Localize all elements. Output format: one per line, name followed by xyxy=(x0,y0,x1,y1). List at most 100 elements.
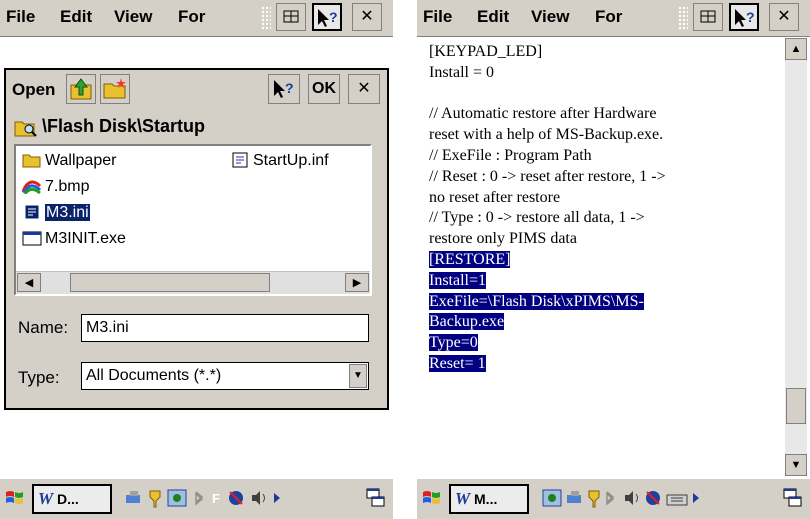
menu-file[interactable]: File xyxy=(423,7,452,27)
bluetooth-icon xyxy=(195,491,204,506)
system-tray[interactable] xyxy=(541,487,771,514)
battery-alert-icon xyxy=(646,491,660,505)
selected-line: Type=0 xyxy=(429,334,478,352)
scroll-left-icon[interactable]: ◀ xyxy=(17,273,41,292)
menu-format[interactable]: For xyxy=(595,7,651,27)
scroll-thumb[interactable] xyxy=(70,273,270,292)
menu-edit[interactable]: Edit xyxy=(60,7,92,27)
folder-icon xyxy=(22,154,41,168)
windows-stack-icon xyxy=(783,488,802,507)
right-screen: File Edit View For ? ✕ [KEYPAD_LED] Inst… xyxy=(417,0,810,519)
arrow-right-icon xyxy=(693,493,699,503)
sync-icon xyxy=(167,489,187,507)
help-pointer-icon: ? xyxy=(735,9,755,27)
text-line: restore only PIMS data xyxy=(429,230,577,248)
power-plug-icon xyxy=(588,490,600,508)
selected-line: [RESTORE] xyxy=(429,250,511,268)
word-icon: W xyxy=(38,489,54,508)
menu-view[interactable]: View xyxy=(531,7,569,27)
desktop-icon[interactable] xyxy=(782,487,804,509)
horizontal-scrollbar[interactable]: ◀ ▶ xyxy=(16,271,370,294)
dialog-help-button[interactable]: ? xyxy=(268,74,300,104)
start-icon[interactable] xyxy=(4,487,26,514)
svg-text:?: ? xyxy=(285,80,294,96)
path-text: \Flash Disk\Startup xyxy=(42,116,206,136)
menu-bar: File Edit View For ? ✕ xyxy=(0,0,393,37)
up-arrow-folder-icon xyxy=(70,78,92,100)
text-line: // Type : 0 -> restore all data, 1 -> xyxy=(429,209,645,227)
menu-file[interactable]: File xyxy=(6,7,35,27)
input-panel-button[interactable] xyxy=(693,3,723,31)
start-icon[interactable] xyxy=(421,487,443,514)
task-button-word[interactable]: W D... xyxy=(32,484,112,514)
new-folder-icon xyxy=(103,78,126,99)
input-panel-button[interactable] xyxy=(276,3,306,31)
menu-view[interactable]: View xyxy=(114,7,152,27)
keyboard-icon xyxy=(666,494,688,506)
windows-flag-icon xyxy=(6,491,23,504)
f-indicator-icon: F xyxy=(212,491,222,506)
task-button-word[interactable]: W M... xyxy=(449,484,529,514)
list-item-selected[interactable]: M3.ini xyxy=(22,202,90,224)
close-icon[interactable]: ✕ xyxy=(769,3,799,31)
name-field[interactable]: M3.ini xyxy=(81,314,369,342)
selected-line: Reset= 1 xyxy=(429,354,486,372)
vertical-scrollbar[interactable]: ▲ ▼ xyxy=(785,38,807,476)
power-plug-icon xyxy=(149,490,161,508)
selected-line: Install=1 xyxy=(429,271,487,289)
type-select[interactable]: All Documents (*.*) ▼ xyxy=(81,362,369,390)
ini-file-icon xyxy=(24,204,40,220)
list-item[interactable]: StartUp.inf xyxy=(230,150,329,172)
word-icon: W xyxy=(455,489,471,508)
bluetooth-icon xyxy=(606,491,615,506)
network-icon xyxy=(567,491,581,503)
name-label: Name: xyxy=(18,318,69,337)
toolbar-grip[interactable] xyxy=(261,6,271,30)
open-dialog: Open ? OK ✕ \Flash Disk\Startup Wallpape… xyxy=(4,68,389,410)
type-value: All Documents (*.*) xyxy=(86,367,222,384)
network-icon xyxy=(126,491,140,503)
keyboard-icon xyxy=(700,10,716,23)
scroll-down-icon[interactable]: ▼ xyxy=(785,454,807,476)
text-line: // Reset : 0 -> reset after restore, 1 -… xyxy=(429,167,666,185)
list-item[interactable]: M3INIT.exe xyxy=(22,228,126,250)
tray-icons xyxy=(542,489,699,508)
text-line: no reset after restore xyxy=(429,188,561,206)
list-item[interactable]: Wallpaper xyxy=(22,150,116,172)
help-pointer-icon: ? xyxy=(318,9,338,27)
selected-line: ExeFile=\Flash Disk\xPIMS\MS- xyxy=(429,292,644,310)
toolbar-grip[interactable] xyxy=(678,6,688,30)
keyboard-icon xyxy=(283,10,299,23)
scroll-up-icon[interactable]: ▲ xyxy=(785,38,807,60)
dialog-close-button[interactable]: ✕ xyxy=(348,74,380,104)
volume-icon xyxy=(252,491,265,505)
file-list[interactable]: Wallpaper StartUp.inf 7.bmp M3.ini M3INI… xyxy=(14,144,372,296)
text-line: // ExeFile : Program Path xyxy=(429,146,592,164)
close-icon[interactable]: ✕ xyxy=(352,3,382,31)
desktop-icon[interactable] xyxy=(365,487,387,509)
scroll-thumb[interactable] xyxy=(786,388,806,424)
help-button[interactable]: ? xyxy=(312,3,342,31)
system-tray[interactable]: F xyxy=(124,487,354,514)
svg-text:F: F xyxy=(212,491,222,506)
list-item[interactable]: 7.bmp xyxy=(22,176,89,198)
svg-text:?: ? xyxy=(746,9,755,25)
windows-flag-icon xyxy=(423,491,440,504)
menu-bar: File Edit View For ? ✕ xyxy=(417,0,810,37)
menu-format[interactable]: For xyxy=(178,7,234,27)
dialog-title: Open xyxy=(12,80,56,99)
help-button[interactable]: ? xyxy=(729,3,759,31)
scroll-right-icon[interactable]: ▶ xyxy=(345,273,369,292)
chevron-down-icon[interactable]: ▼ xyxy=(349,364,367,388)
text-line: // Automatic restore after Hardware xyxy=(429,105,657,123)
windows-stack-icon xyxy=(366,488,385,507)
sync-icon xyxy=(542,489,562,507)
search-folder-icon xyxy=(14,121,37,137)
document-text[interactable]: [KEYPAD_LED] Install = 0 // Automatic re… xyxy=(429,42,761,375)
new-folder-button[interactable] xyxy=(100,74,130,104)
menu-edit[interactable]: Edit xyxy=(477,7,509,27)
ok-button[interactable]: OK xyxy=(308,74,340,104)
up-folder-button[interactable] xyxy=(66,74,96,104)
volume-icon xyxy=(625,491,638,505)
text-line xyxy=(429,84,761,105)
